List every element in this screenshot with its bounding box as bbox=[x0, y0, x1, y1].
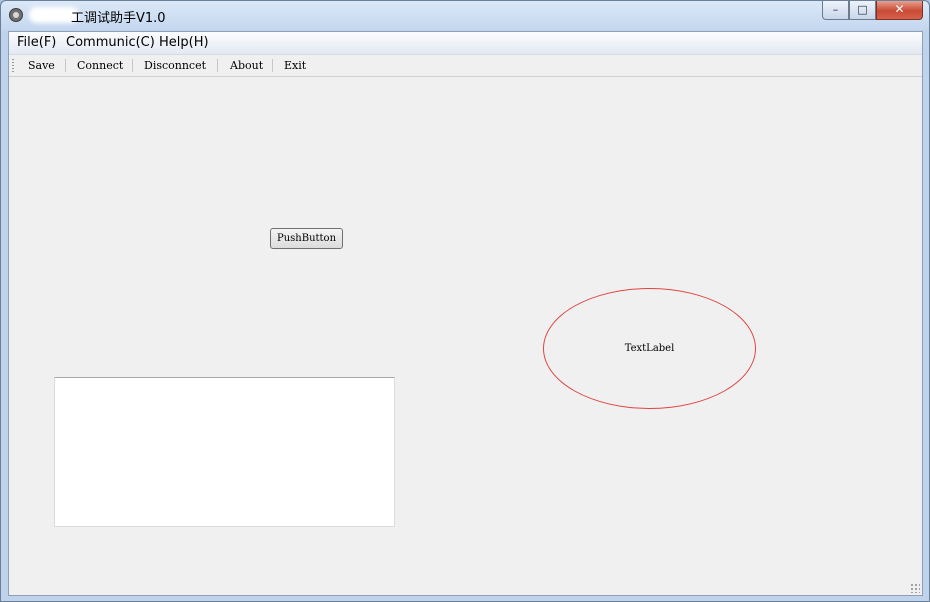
toolbar-save-button[interactable]: Save bbox=[28, 59, 55, 72]
text-label: TextLabel bbox=[624, 343, 675, 354]
main-client-area: File(F) Communic(C) Help(H) Save Connect… bbox=[8, 31, 923, 596]
toolbar-connect-button[interactable]: Connect bbox=[77, 59, 123, 72]
ellipse-text-label: TextLabel bbox=[543, 288, 756, 409]
push-button[interactable]: PushButton bbox=[270, 228, 343, 249]
menu-file[interactable]: File(F) bbox=[17, 35, 56, 50]
app-icon[interactable] bbox=[9, 8, 23, 22]
menu-help[interactable]: Help(H) bbox=[159, 35, 209, 50]
toolbar-grip-handle[interactable] bbox=[12, 59, 14, 72]
text-edit-area[interactable] bbox=[54, 377, 395, 527]
toolbar-exit-button[interactable]: Exit bbox=[284, 59, 306, 72]
toolbar-disconnect-button[interactable]: Disconncet bbox=[144, 59, 206, 72]
resize-grip-icon[interactable] bbox=[910, 583, 920, 593]
toolbar-separator bbox=[217, 59, 218, 72]
toolbar-about-button[interactable]: About bbox=[230, 59, 263, 72]
toolbar-separator bbox=[65, 59, 66, 72]
toolbar: Save Connect Disconncet About Exit bbox=[9, 55, 922, 77]
app-window: 工调试助手V1.0 – □ ✕ File(F) Communic(C) Help… bbox=[0, 0, 930, 602]
toolbar-separator bbox=[272, 59, 273, 72]
toolbar-separator bbox=[132, 59, 133, 72]
menu-bar: File(F) Communic(C) Help(H) bbox=[9, 32, 922, 55]
title-bar[interactable]: 工调试助手V1.0 – □ ✕ bbox=[1, 1, 929, 31]
window-title: 工调试助手V1.0 bbox=[71, 11, 166, 26]
minimize-button[interactable]: – bbox=[822, 1, 849, 20]
close-button[interactable]: ✕ bbox=[876, 1, 923, 20]
menu-communic[interactable]: Communic(C) bbox=[66, 35, 155, 50]
maximize-button[interactable]: □ bbox=[849, 1, 876, 20]
